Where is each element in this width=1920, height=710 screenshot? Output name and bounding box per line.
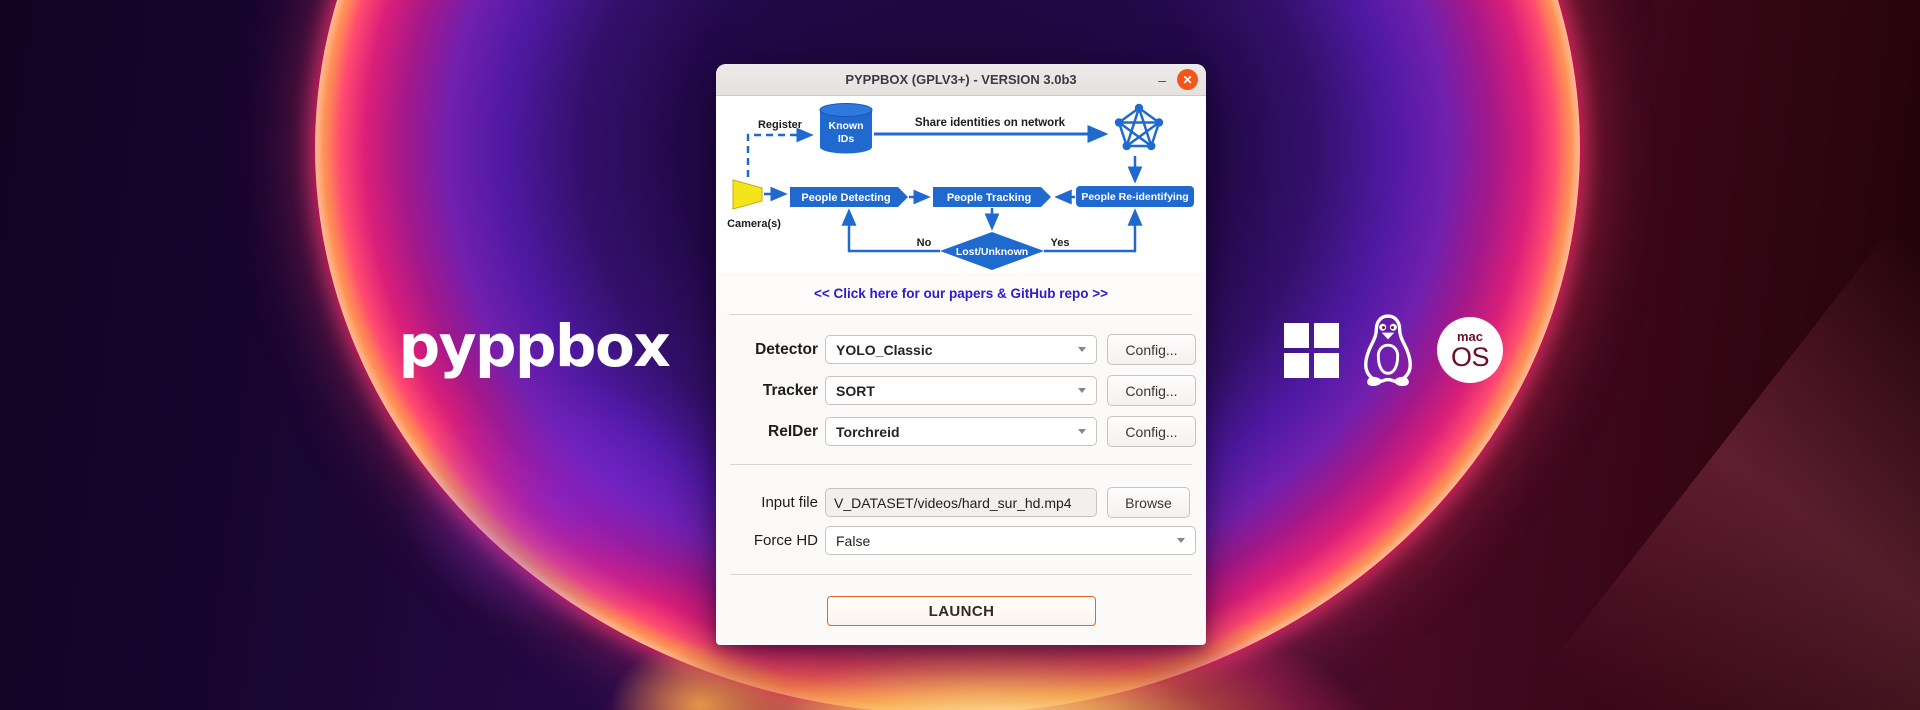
network-graph-icon	[1114, 103, 1164, 151]
pipeline-diagram: Register Known IDs Share identities on n…	[716, 96, 1206, 273]
force-hd-label: Force HD	[753, 532, 818, 549]
papers-github-link[interactable]: << Click here for our papers & GitHub re…	[814, 286, 1108, 301]
input-file-label: Input file	[761, 494, 818, 511]
macos-label-os: OS	[1450, 341, 1490, 372]
chevron-down-icon	[1177, 538, 1185, 543]
macos-logo-icon: mac OS	[1437, 317, 1503, 383]
separator	[730, 314, 1192, 315]
launch-button[interactable]: LAUNCH	[827, 596, 1096, 626]
force-hd-value: False	[836, 532, 871, 549]
supported-platforms: mac OS	[1284, 310, 1503, 390]
reider-config-button[interactable]: Config...	[1107, 416, 1196, 447]
chevron-down-icon	[1078, 429, 1086, 434]
register-dashed-arrow	[746, 127, 814, 177]
known-ids-line1: Known	[829, 120, 864, 132]
camera-label: Camera(s)	[727, 218, 781, 230]
close-button[interactable]: ✕	[1177, 69, 1198, 90]
reider-dropdown[interactable]: Torchreid	[825, 417, 1097, 446]
register-label: Register	[758, 119, 803, 131]
no-label: No	[917, 237, 932, 249]
macos-label-mac: mac	[1456, 328, 1484, 344]
minimize-button[interactable]: –	[1158, 64, 1166, 95]
titlebar: PYPPBOX (GPLV3+) - VERSION 3.0b3 – ✕	[716, 64, 1206, 96]
yes-label: Yes	[1051, 237, 1070, 249]
link-row: << Click here for our papers & GitHub re…	[716, 273, 1206, 314]
force-hd-dropdown[interactable]: False	[825, 526, 1196, 555]
reider-value: Torchreid	[836, 423, 900, 440]
reider-row: ReIDer Torchreid Config...	[716, 416, 1196, 447]
wallpaper-light-streak	[1546, 227, 1920, 710]
separator	[730, 464, 1192, 465]
input-file-row: Input file V_DATASET/videos/hard_sur_hd.…	[716, 487, 1196, 518]
detector-dropdown[interactable]: YOLO_Classic	[825, 335, 1097, 364]
camera-icon	[732, 179, 763, 210]
tracker-row: Tracker SORT Config...	[716, 375, 1196, 406]
detector-row: Detector YOLO_Classic Config...	[716, 334, 1196, 365]
detector-value: YOLO_Classic	[836, 341, 933, 358]
people-reidentifying-label: People Re-identifying	[1081, 191, 1188, 203]
chevron-down-icon	[1078, 388, 1086, 393]
known-ids-cylinder: Known IDs	[819, 103, 873, 154]
windows-logo-icon	[1284, 322, 1339, 378]
detector-config-button[interactable]: Config...	[1107, 334, 1196, 365]
pyppbox-logo: pyppbox	[398, 312, 671, 380]
separator	[730, 574, 1192, 575]
linux-tux-icon	[1364, 314, 1412, 387]
browse-button[interactable]: Browse	[1107, 487, 1190, 518]
force-hd-row: Force HD False	[716, 526, 1196, 555]
tracker-value: SORT	[836, 382, 875, 399]
known-ids-line2: IDs	[838, 133, 855, 145]
tracker-dropdown[interactable]: SORT	[825, 376, 1097, 405]
window-title: PYPPBOX (GPLV3+) - VERSION 3.0b3	[845, 72, 1077, 87]
reider-label: ReIDer	[768, 422, 818, 440]
wallpaper: pyppbox mac OS PYPPBOX (GPLV3+) - VERSIO…	[0, 0, 1920, 710]
lost-unknown-label: Lost/Unknown	[956, 246, 1028, 258]
people-tracking-label: People Tracking	[947, 192, 1031, 204]
tracker-label: Tracker	[762, 381, 818, 399]
pyppbox-app-window: PYPPBOX (GPLV3+) - VERSION 3.0b3 – ✕ Reg…	[716, 64, 1206, 645]
tracker-config-button[interactable]: Config...	[1107, 375, 1196, 406]
input-file-field[interactable]: V_DATASET/videos/hard_sur_hd.mp4	[825, 488, 1097, 517]
share-identities-label: Share identities on network	[915, 117, 1066, 129]
chevron-down-icon	[1078, 347, 1086, 352]
detector-label: Detector	[755, 340, 818, 358]
people-detecting-label: People Detecting	[801, 192, 890, 204]
